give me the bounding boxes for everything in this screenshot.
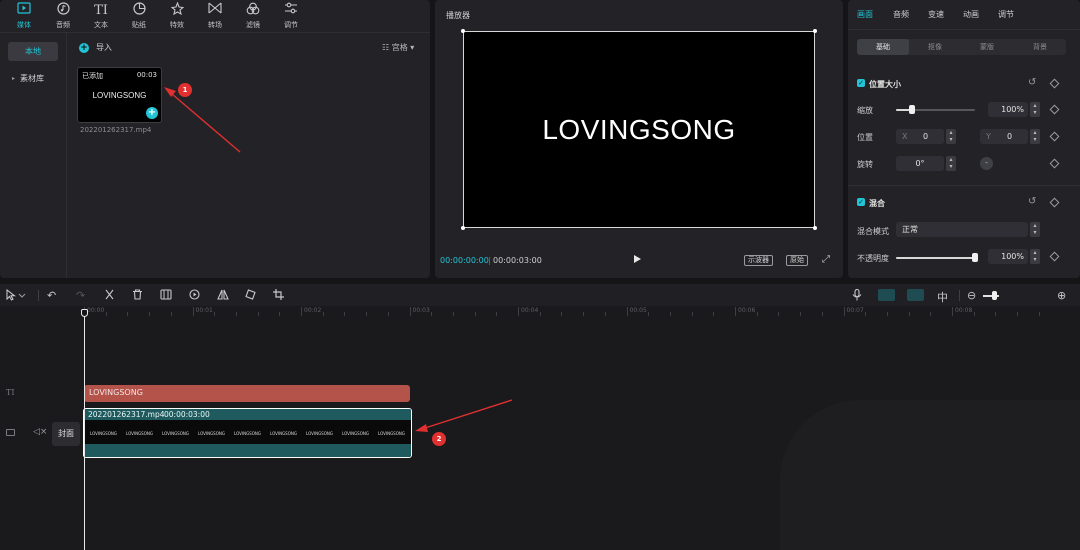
annotation-arrows xyxy=(164,87,513,432)
annotation-arrow-1 xyxy=(171,93,241,153)
annotation-arrow-2 xyxy=(424,399,513,429)
annotation-arrowhead-2 xyxy=(415,424,428,432)
annotation-badge-2: 2 xyxy=(432,432,446,446)
annotation-badge-1: 1 xyxy=(178,83,192,97)
